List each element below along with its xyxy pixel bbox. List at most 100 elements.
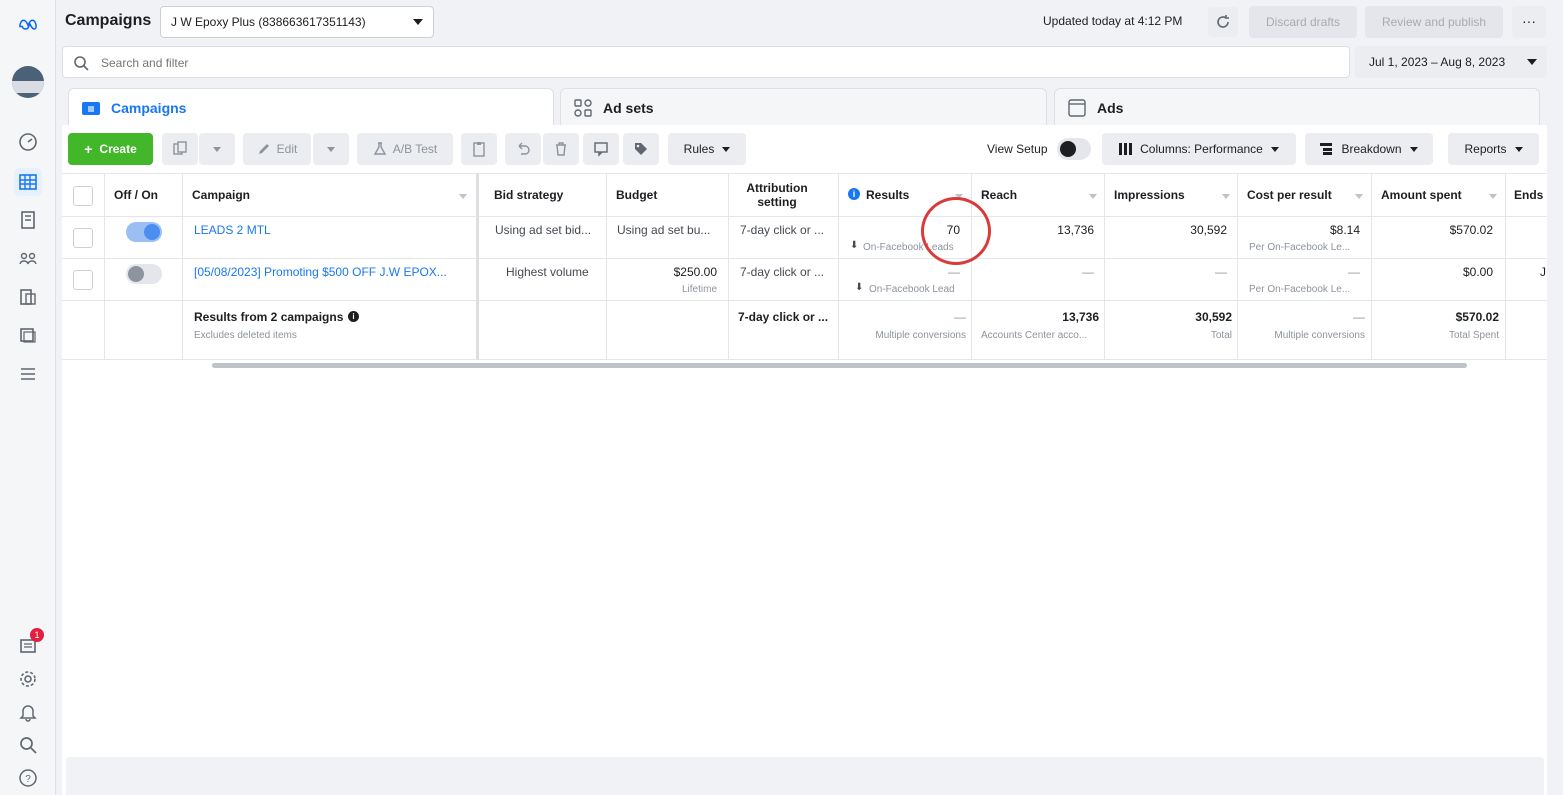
header-bid-strategy[interactable]: Bid strategy: [494, 188, 563, 202]
info-icon[interactable]: i: [848, 188, 860, 200]
create-button[interactable]: + Create: [68, 133, 153, 165]
breakdown-dropdown[interactable]: Breakdown: [1305, 133, 1433, 165]
summary-results: —: [954, 310, 966, 324]
view-setup-label: View Setup: [987, 142, 1048, 156]
ab-test-button[interactable]: A/B Test: [357, 133, 453, 165]
sort-caret-icon[interactable]: [1222, 194, 1230, 199]
column-divider: [1371, 173, 1372, 360]
tab-label: Ad sets: [603, 99, 654, 116]
sort-caret-icon[interactable]: [1489, 194, 1497, 199]
rules-label: Rules: [683, 142, 715, 156]
row-divider: [62, 300, 1547, 301]
sort-caret-icon[interactable]: [1355, 194, 1363, 199]
tab-campaigns[interactable]: Campaigns: [68, 88, 554, 126]
campaign-off-toggle[interactable]: [126, 264, 162, 284]
preview-button[interactable]: [583, 133, 619, 165]
column-divider: [1237, 173, 1238, 360]
column-divider: [182, 173, 183, 360]
meta-logo-icon[interactable]: [14, 10, 42, 38]
campaign-name-link[interactable]: LEADS 2 MTL: [194, 223, 271, 237]
svg-text:?: ?: [25, 774, 31, 785]
account-avatar[interactable]: [12, 66, 44, 98]
discard-drafts-button[interactable]: Discard drafts: [1249, 6, 1357, 38]
reach-value: —: [1082, 265, 1094, 279]
campaigns-table-icon[interactable]: [14, 168, 42, 196]
summary-amount-spent: $570.02: [1455, 310, 1499, 324]
campaign-name-link[interactable]: [05/08/2023] Promoting $500 OFF J.W EPOX…: [194, 265, 447, 279]
pages-icon[interactable]: [14, 206, 42, 234]
sort-caret-icon[interactable]: [459, 194, 467, 199]
select-all-checkbox[interactable]: [73, 186, 93, 206]
clipboard-button[interactable]: [461, 133, 497, 165]
chevron-down-icon: [1514, 146, 1523, 152]
header-amount-spent[interactable]: Amount spent: [1381, 188, 1462, 202]
chevron-down-icon: [327, 146, 335, 152]
notifications-inbox-icon[interactable]: 1: [14, 628, 44, 660]
review-and-publish-button[interactable]: Review and publish: [1365, 6, 1503, 38]
delete-button[interactable]: [543, 133, 579, 165]
ads-page-icon: [1067, 98, 1087, 117]
edit-menu-button[interactable]: [313, 133, 349, 165]
menu-icon[interactable]: [14, 360, 42, 388]
row-checkbox[interactable]: [73, 270, 93, 290]
impressions-value: 30,592: [1190, 223, 1227, 237]
more-options-button[interactable]: ···: [1512, 6, 1546, 38]
attribution-cell: 7-day click or ...: [740, 265, 825, 279]
create-label: Create: [99, 142, 137, 156]
column-divider: [1104, 173, 1105, 360]
rules-dropdown[interactable]: Rules: [668, 133, 746, 165]
refresh-button[interactable]: [1208, 7, 1238, 37]
summary-results-type: Multiple conversions: [875, 330, 966, 341]
summary-label: Results from 2 campaigns: [194, 310, 344, 324]
header-results[interactable]: Results: [866, 188, 909, 202]
duplicate-menu-button[interactable]: [199, 133, 235, 165]
date-range-picker[interactable]: Jul 1, 2023 – Aug 8, 2023: [1355, 46, 1547, 78]
header-cost-per-result[interactable]: Cost per result: [1247, 188, 1332, 202]
header-budget[interactable]: Budget: [616, 188, 657, 202]
column-divider: [728, 173, 729, 360]
bid-strategy-cell: Highest volume: [506, 265, 589, 279]
tab-ad-sets[interactable]: Ad sets: [560, 88, 1047, 126]
budget-cell: Using ad set bu...: [617, 223, 711, 237]
reports-dropdown[interactable]: Reports: [1448, 133, 1539, 165]
row-checkbox[interactable]: [73, 228, 93, 248]
undo-button[interactable]: [505, 133, 541, 165]
row-divider: [62, 258, 1547, 259]
dashboard-icon[interactable]: [14, 128, 42, 156]
search-input[interactable]: [101, 53, 701, 73]
campaigns-folder-icon: [81, 99, 101, 117]
view-setup-toggle[interactable]: [1057, 138, 1091, 160]
bell-icon[interactable]: [14, 698, 42, 726]
clipboard-icon: [473, 142, 485, 157]
preview-icon: [594, 142, 608, 157]
ad-account-dropdown[interactable]: J W Epoxy Plus (838663617351143): [160, 6, 434, 38]
settings-gear-icon[interactable]: [14, 665, 42, 693]
audiences-icon[interactable]: [14, 244, 42, 272]
row-divider: [62, 359, 1547, 360]
header-impressions[interactable]: Impressions: [1114, 188, 1185, 202]
header-attribution-setting[interactable]: Attribution setting: [738, 181, 816, 209]
search-icon[interactable]: [14, 731, 42, 759]
summary-amount-spent-type: Total Spent: [1448, 330, 1499, 341]
billing-icon[interactable]: [14, 283, 42, 311]
ab-test-label: A/B Test: [392, 142, 438, 156]
header-campaign[interactable]: Campaign: [192, 188, 250, 202]
campaign-on-toggle[interactable]: [126, 222, 162, 242]
ends-value: J: [1540, 265, 1546, 279]
tab-ads[interactable]: Ads: [1054, 88, 1540, 126]
sort-caret-icon[interactable]: [1089, 194, 1097, 199]
help-icon[interactable]: ?: [14, 764, 42, 792]
cost-per-result-type: Per On-Facebook Le...: [1249, 242, 1351, 253]
summary-reach: 13,736: [1062, 310, 1099, 324]
tag-button[interactable]: [623, 133, 659, 165]
columns-dropdown[interactable]: Columns: Performance: [1102, 133, 1296, 165]
header-reach[interactable]: Reach: [981, 188, 1017, 202]
info-icon[interactable]: i: [348, 311, 359, 322]
header-ends[interactable]: Ends: [1514, 188, 1543, 202]
media-library-icon[interactable]: [14, 321, 42, 349]
notification-count-badge: 1: [30, 628, 44, 642]
download-icon: ⬇: [855, 282, 864, 293]
edit-button[interactable]: Edit: [243, 133, 311, 165]
horizontal-scrollbar[interactable]: [212, 363, 1467, 368]
duplicate-button[interactable]: [162, 133, 198, 165]
